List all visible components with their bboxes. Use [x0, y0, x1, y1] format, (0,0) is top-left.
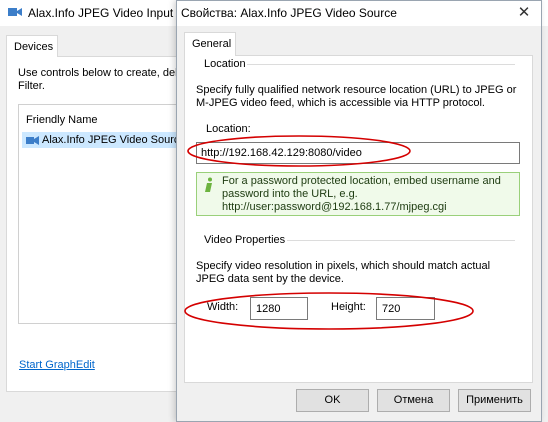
info-icon: [205, 177, 212, 192]
location-description: Specify fully qualified network resource…: [196, 84, 517, 109]
width-label: Width:: [207, 301, 239, 313]
tab-general[interactable]: General: [184, 32, 236, 56]
start-graphedit-link[interactable]: Start GraphEdit: [19, 359, 95, 371]
devices-description: Use controls below to create, del Filter…: [18, 67, 178, 92]
password-info-text: For a password protected location, embed…: [222, 175, 501, 213]
dialog-title: Свойства: Alax.Info JPEG Video Source: [181, 6, 397, 20]
background-window-title: Alax.Info JPEG Video Input D: [28, 6, 186, 20]
location-group-title: Location: [204, 58, 246, 70]
height-input[interactable]: [376, 297, 435, 320]
video-properties-group-title: Video Properties: [204, 234, 286, 246]
cancel-button[interactable]: Отмена: [377, 389, 450, 412]
apply-button[interactable]: Применить: [458, 389, 531, 412]
camera-icon: [8, 8, 22, 16]
width-input[interactable]: [250, 297, 308, 320]
list-item-label: Alax.Info JPEG Video Source: [42, 134, 186, 146]
ok-button[interactable]: OK: [296, 389, 369, 412]
list-header-friendly-name[interactable]: Friendly Name: [26, 114, 98, 126]
close-icon[interactable]: ✕: [510, 1, 538, 25]
location-group-divider: [247, 64, 515, 65]
location-label: Location:: [206, 123, 251, 135]
video-properties-description: Specify video resolution in pixels, whic…: [196, 260, 491, 285]
video-properties-divider: [287, 240, 515, 241]
tab-devices[interactable]: Devices: [6, 35, 58, 57]
camera-icon: [26, 136, 39, 145]
height-label: Height:: [331, 301, 366, 313]
location-input[interactable]: [196, 142, 520, 164]
